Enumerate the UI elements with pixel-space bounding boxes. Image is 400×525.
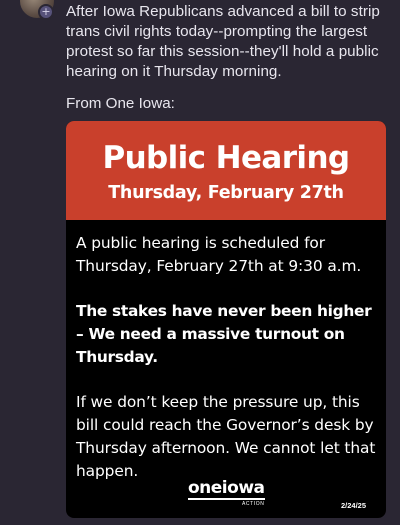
card-body: A public hearing is scheduled for Thursd… [66,220,386,483]
card-paragraph-schedule: A public hearing is scheduled for Thursd… [76,234,362,275]
card-date: 2/24/25 [340,501,366,510]
one-iowa-logo: oneiowa ACTION [188,479,265,507]
card-header: Public Hearing Thursday, February 27th [66,121,386,220]
card-paragraph-pressure: If we don’t keep the pressure up, this b… [76,393,376,480]
card-title: Public Hearing [102,140,350,176]
card-subtitle: Thursday, February 27th [108,183,344,203]
post: + After Iowa Republicans advanced a bill… [0,0,400,525]
post-source-line: From One Iowa: [66,95,175,112]
logo-wordmark: oneiowa [188,478,265,500]
embedded-image-card[interactable]: Public Hearing Thursday, February 27th A… [66,121,386,518]
post-body-text: After Iowa Republicans advanced a bill t… [66,3,380,80]
logo-subtitle: ACTION [242,501,265,507]
card-paragraph-stakes: The stakes have never been higher – We n… [76,302,372,366]
follow-plus-icon[interactable]: + [38,4,54,20]
